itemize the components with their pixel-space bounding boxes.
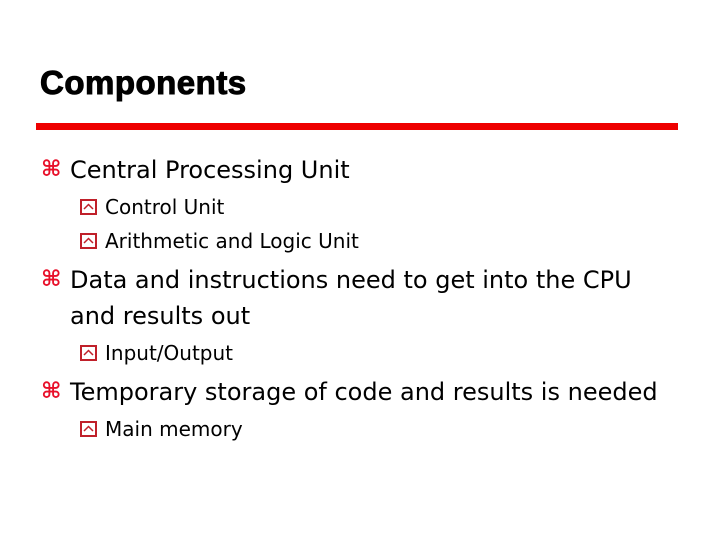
bullet-item: ⌘ Central Processing Unit xyxy=(40,152,680,188)
command-key-icon: ⌘ xyxy=(41,157,62,182)
bullet-text: Data and instructions need to get into t… xyxy=(70,266,632,330)
sub-bullet-item: Control Unit xyxy=(40,190,680,224)
sub-bullet-text: Main memory xyxy=(105,417,243,441)
title-underline-rule xyxy=(36,123,678,130)
bullet-group: ⌘ Temporary storage of code and results … xyxy=(40,374,680,446)
sub-bullet-item: Arithmetic and Logic Unit xyxy=(40,224,680,258)
boxed-chevron-up-icon xyxy=(80,421,97,437)
bullet-item: ⌘ Temporary storage of code and results … xyxy=(40,374,680,410)
bullet-group: ⌘ Central Processing Unit Control Unit A… xyxy=(40,152,680,258)
boxed-chevron-up-icon xyxy=(80,345,97,361)
bullet-list: ⌘ Central Processing Unit Control Unit A… xyxy=(40,152,680,450)
command-key-icon: ⌘ xyxy=(41,379,62,404)
sub-bullet-item: Input/Output xyxy=(40,336,680,370)
boxed-chevron-up-icon xyxy=(80,233,97,249)
sub-bullet-text: Arithmetic and Logic Unit xyxy=(105,229,359,253)
bullet-text: Central Processing Unit xyxy=(70,156,350,184)
sub-bullet-item: Main memory xyxy=(40,412,680,446)
sub-bullet-text: Control Unit xyxy=(105,195,225,219)
bullet-text: Temporary storage of code and results is… xyxy=(70,378,658,406)
sub-bullet-text: Input/Output xyxy=(105,341,233,365)
bullet-item: ⌘ Data and instructions need to get into… xyxy=(40,262,680,334)
command-key-icon: ⌘ xyxy=(41,267,62,292)
bullet-group: ⌘ Data and instructions need to get into… xyxy=(40,262,680,370)
boxed-chevron-up-icon xyxy=(80,199,97,215)
slide-title: Components xyxy=(40,64,247,102)
